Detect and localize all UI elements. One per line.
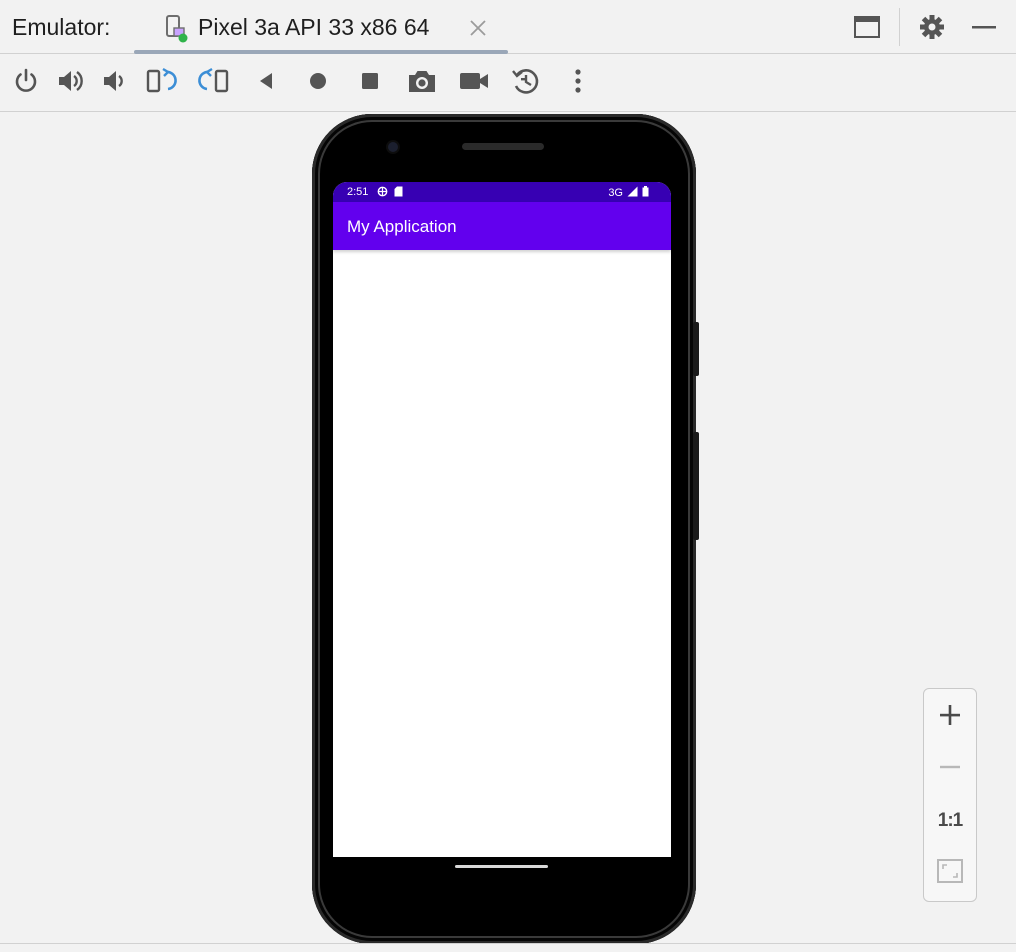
close-tab-icon[interactable] [468, 18, 488, 38]
minimize-icon [967, 10, 1001, 44]
device-phone-icon [164, 14, 188, 44]
app-toolbar: My Application [333, 202, 671, 250]
volume-up-icon [56, 67, 86, 100]
settings-button[interactable] [915, 10, 949, 44]
active-tab-indicator [134, 50, 508, 54]
gesture-home-indicator[interactable] [455, 865, 548, 868]
window-layout-icon [850, 10, 884, 44]
zoom-out-icon [938, 755, 962, 784]
fit-screen-button[interactable] [932, 855, 968, 891]
zoom-in-button[interactable] [932, 699, 968, 735]
screenshot-button[interactable] [405, 67, 439, 99]
app-title: My Application [347, 217, 457, 236]
network-type: 3G [608, 187, 623, 199]
actual-size-label: 1:1 [937, 810, 963, 831]
panel-bottom-border [0, 943, 1016, 952]
fit-screen-icon [936, 858, 964, 889]
volume-up-button[interactable] [54, 67, 88, 99]
tab-label: Pixel 3a API 33 x86 64 [198, 14, 430, 40]
volume-down-icon [100, 67, 130, 100]
signal-icon [627, 186, 638, 200]
rotate-right-icon [197, 67, 231, 100]
screen-record-icon [458, 67, 490, 100]
device-screen[interactable]: 2:51 3G My Application [333, 182, 671, 857]
debug-icon [377, 186, 388, 200]
minimize-button[interactable] [967, 10, 1001, 44]
back-icon [254, 69, 278, 98]
earpiece-speaker [462, 143, 544, 150]
window-layout-button[interactable] [850, 10, 884, 44]
actual-size-button[interactable]: 1:1 [932, 803, 968, 839]
power-icon [12, 67, 40, 100]
android-status-bar: 2:51 3G [333, 182, 671, 202]
rotate-right-button[interactable] [197, 67, 231, 99]
home-button[interactable] [301, 67, 335, 99]
zoom-controls: 1:1 [923, 688, 977, 902]
device-volume-keys [693, 432, 699, 540]
back-button[interactable] [249, 67, 283, 99]
snapshot-button[interactable] [509, 67, 543, 99]
home-icon [306, 69, 330, 98]
front-camera [388, 142, 398, 152]
overview-icon [358, 69, 382, 98]
gear-icon [915, 10, 949, 44]
header-separator [899, 8, 900, 46]
zoom-out-button[interactable] [932, 751, 968, 787]
status-time: 2:51 [347, 186, 369, 198]
battery-icon [642, 186, 649, 200]
volume-down-button[interactable] [98, 67, 132, 99]
screen-record-button[interactable] [457, 67, 491, 99]
tab-device[interactable]: Pixel 3a API 33 x86 64 [134, 0, 508, 54]
screenshot-camera-icon [406, 67, 438, 100]
device-power-key [693, 322, 699, 376]
overview-button[interactable] [353, 67, 387, 99]
emulator-toolbar [0, 55, 1016, 112]
device-frame: 2:51 3G My Application [312, 114, 699, 944]
power-button[interactable] [9, 67, 43, 99]
snapshot-icon [510, 66, 542, 101]
rotate-left-button[interactable] [144, 67, 178, 99]
rotate-left-icon [144, 67, 178, 100]
more-options-icon [572, 67, 584, 100]
more-options-button[interactable] [561, 67, 595, 99]
tool-window-title: Emulator: [12, 14, 111, 40]
sd-card-icon [394, 186, 403, 200]
zoom-in-icon [938, 703, 962, 732]
tool-window-header: Emulator: Pixel 3a API 33 x86 64 [0, 0, 1016, 54]
